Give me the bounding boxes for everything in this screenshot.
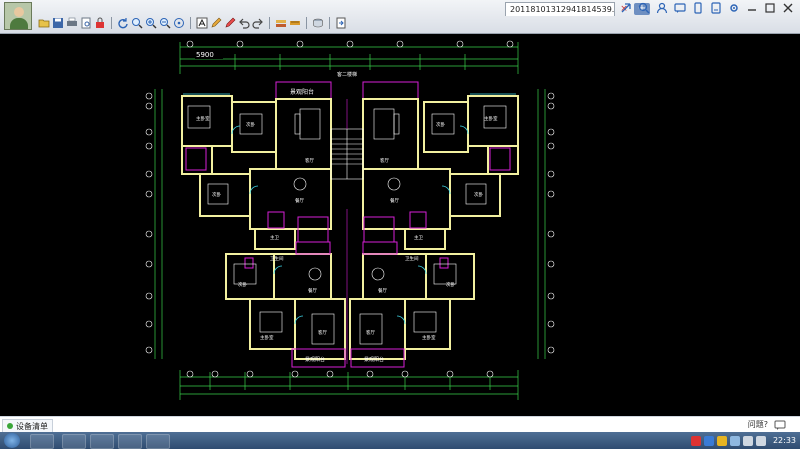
toolbar-separator	[306, 17, 307, 29]
bottom-dimensions	[179, 370, 519, 400]
zoom-window-icon[interactable]	[131, 17, 143, 29]
room-label: 次卧	[238, 281, 247, 288]
room-label: 次卧	[246, 121, 255, 128]
tool-strip	[38, 16, 347, 30]
measure-icon[interactable]	[289, 17, 301, 29]
avatar-body	[10, 18, 28, 29]
room-label: 客厅	[318, 329, 327, 336]
room-label: 餐厅	[295, 197, 304, 204]
zoom-in-icon[interactable]	[145, 17, 157, 29]
zoom-out-icon[interactable]	[159, 17, 171, 29]
room-label: 卫生间	[270, 255, 284, 262]
export-icon[interactable]	[335, 17, 347, 29]
room-label: 主卧室	[196, 115, 210, 122]
highlighter-icon[interactable]	[224, 17, 236, 29]
balcony-top-label: 景观阳台	[290, 88, 314, 96]
cad-floorplan[interactable]: 5900 景观阳台 客二楼梯 景观阳台 景观阳台 主卧室 次卧 客厅 次卧 餐厅…	[0, 34, 800, 416]
file-tab[interactable]: 20118101312941814539.d...	[505, 2, 615, 16]
volume-icon[interactable]	[742, 435, 753, 446]
room-label: 客厅	[305, 157, 314, 164]
search-icon[interactable]	[638, 2, 650, 14]
app-toolbar: 20118101312941814539.d... × +	[0, 0, 800, 34]
status-bar: 设备清单 问题?	[0, 416, 800, 433]
taskbar-app-icon[interactable]	[62, 434, 86, 449]
undo-icon[interactable]	[238, 17, 250, 29]
room-label: 主卧室	[260, 334, 274, 341]
mobile-icon[interactable]	[692, 2, 704, 14]
avatar-head	[14, 7, 24, 17]
top-dimension-label: 5900	[196, 51, 214, 59]
room-label: 餐厅	[308, 287, 317, 294]
stair-core	[330, 99, 364, 364]
phone-icon[interactable]	[710, 2, 722, 14]
start-button-icon[interactable]	[4, 433, 20, 448]
minimize-icon[interactable]	[746, 2, 758, 14]
user-icon[interactable]	[656, 2, 668, 14]
clock[interactable]: 22:33	[773, 436, 796, 445]
taskbar-app-icon[interactable]	[118, 434, 142, 449]
balcony-bottom-right-label: 景观阳台	[364, 356, 384, 363]
room-label: 餐厅	[378, 287, 387, 294]
room-label: 卫生间	[405, 255, 419, 262]
save-icon[interactable]	[52, 17, 64, 29]
balcony-top-right	[362, 81, 419, 100]
open-icon[interactable]	[38, 17, 50, 29]
toolbar-separator	[111, 17, 112, 29]
system-tray: 22:33	[690, 433, 796, 448]
room-label: 餐厅	[390, 197, 399, 204]
network-icon[interactable]	[755, 435, 766, 446]
toolbar-separator	[269, 17, 270, 29]
room-label: 次卧	[474, 191, 483, 198]
stair-label: 客二楼梯	[337, 71, 357, 78]
stack-icon[interactable]	[312, 17, 324, 29]
message-icon[interactable]	[674, 2, 686, 14]
pencil-icon[interactable]	[210, 17, 222, 29]
bathroom-fixtures	[185, 147, 511, 269]
room-label: 主卫	[270, 234, 279, 241]
close-icon[interactable]	[782, 2, 794, 14]
rotate-icon[interactable]	[117, 17, 129, 29]
chat-icon[interactable]	[774, 419, 786, 431]
room-label: 客厅	[380, 157, 389, 164]
pan-icon[interactable]	[173, 17, 185, 29]
tray-icon[interactable]	[703, 435, 714, 446]
os-taskbar: 22:33	[0, 432, 800, 449]
tray-icon[interactable]	[729, 435, 740, 446]
maximize-icon[interactable]	[764, 2, 776, 14]
feedback-link[interactable]: 问题?	[748, 419, 768, 430]
tray-icon[interactable]	[716, 435, 727, 446]
taskbar-app-icon[interactable]	[90, 434, 114, 449]
print-icon[interactable]	[66, 17, 78, 29]
device-list-button[interactable]: 设备清单	[2, 419, 53, 433]
room-label: 次卧	[212, 191, 221, 198]
room-label: 主卧室	[484, 115, 498, 122]
toolbar-separator	[190, 17, 191, 29]
walls-left-unit	[181, 95, 346, 360]
taskbar-app-icon[interactable]	[30, 434, 54, 449]
room-label: 主卧室	[422, 334, 436, 341]
room-label: 次卧	[446, 281, 455, 288]
text-icon[interactable]	[196, 17, 208, 29]
tray-icon[interactable]	[690, 435, 701, 446]
balcony-bottom-left-label: 景观阳台	[305, 356, 325, 363]
room-label: 次卧	[436, 121, 445, 128]
taskbar-app-icon[interactable]	[146, 434, 170, 449]
gear-icon[interactable]	[728, 2, 740, 14]
walls-right-unit	[349, 95, 519, 360]
arrow-icon[interactable]	[620, 2, 632, 14]
print-preview-icon[interactable]	[80, 17, 92, 29]
window-controls	[620, 2, 794, 14]
room-label: 主卫	[414, 234, 423, 241]
room-label: 客厅	[366, 329, 375, 336]
lock-icon[interactable]	[94, 17, 106, 29]
layer-icon[interactable]	[275, 17, 287, 29]
redo-icon[interactable]	[252, 17, 264, 29]
status-dot-icon	[7, 423, 13, 429]
device-list-label: 设备清单	[16, 421, 48, 431]
toolbar-separator	[329, 17, 330, 29]
user-avatar[interactable]	[4, 2, 32, 30]
